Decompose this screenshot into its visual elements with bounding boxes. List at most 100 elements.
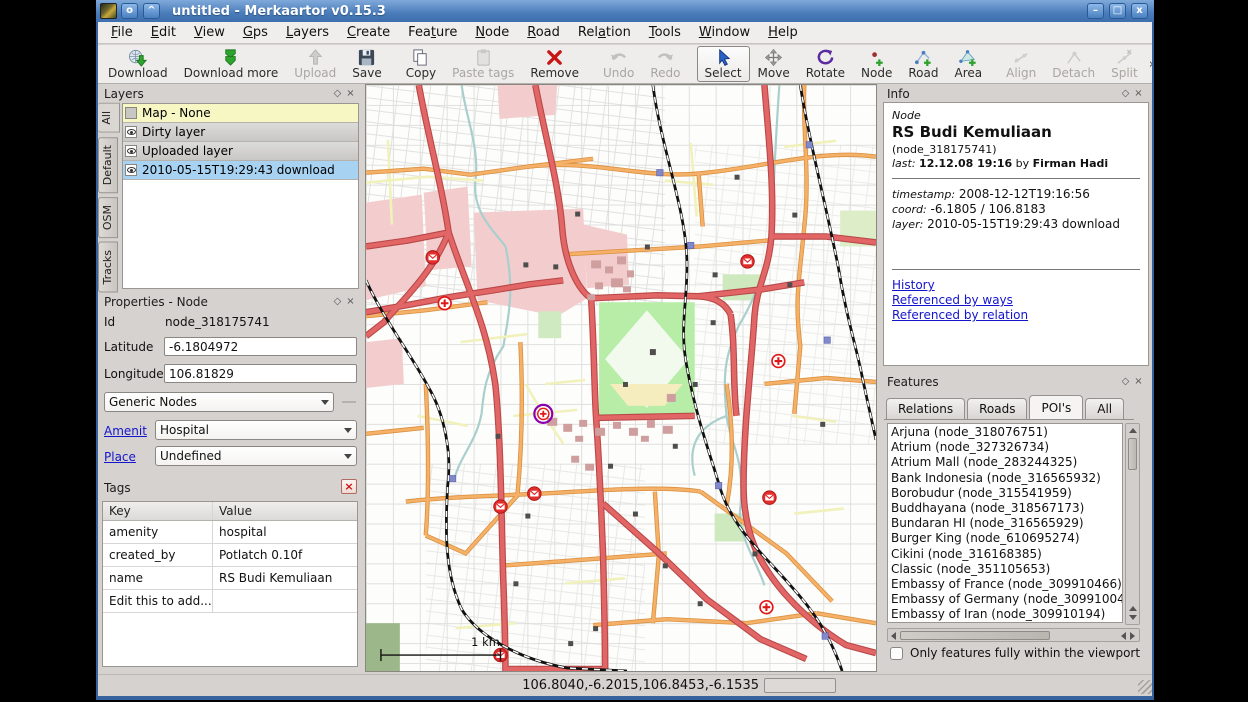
info-float-icon[interactable]: ◇ xyxy=(1119,88,1132,101)
tags-close-button[interactable]: × xyxy=(341,479,357,494)
tag-value[interactable]: hospital xyxy=(213,521,357,543)
resize-grip[interactable] xyxy=(1138,680,1152,694)
feature-list-item[interactable]: Embassy of Germany (node_30991004) xyxy=(891,592,1119,607)
paste-tags-icon xyxy=(473,48,494,67)
menu-gps[interactable]: Gps xyxy=(234,23,277,42)
copy-button[interactable]: Copy xyxy=(398,46,444,82)
maximize-button[interactable]: □ xyxy=(1109,3,1126,19)
save-button[interactable]: Save xyxy=(344,46,389,82)
move-button[interactable]: Move xyxy=(750,46,798,82)
place-select[interactable]: Undefined xyxy=(155,446,357,466)
layers-tab-default[interactable]: Default xyxy=(98,137,118,193)
referenced-by-ways-link[interactable]: Referenced by ways xyxy=(892,293,1140,307)
feature-list-item[interactable]: Bank Indonesia (node_316565932) xyxy=(891,471,1119,486)
menu-layers[interactable]: Layers xyxy=(277,23,338,42)
tag-row[interactable]: Edit this to add... xyxy=(103,590,357,613)
feature-list-item[interactable]: Classic (node_351105653) xyxy=(891,562,1119,577)
layer-row[interactable]: Dirty layer xyxy=(123,123,358,142)
menu-file[interactable]: File xyxy=(102,23,142,42)
area-button[interactable]: Area xyxy=(946,46,990,82)
tag-row[interactable]: nameRS Budi Kemuliaan xyxy=(103,567,357,590)
feature-list-item[interactable]: Embassy of Iran (node_309910194) xyxy=(891,607,1119,622)
titlebar-menu-button-1[interactable]: ^ xyxy=(143,3,160,19)
menu-create[interactable]: Create xyxy=(338,23,399,42)
properties-close-icon[interactable]: × xyxy=(344,296,357,309)
menu-edit[interactable]: Edit xyxy=(142,23,185,42)
properties-float-icon[interactable]: ◇ xyxy=(331,296,344,309)
features-vscrollbar[interactable] xyxy=(1125,423,1140,625)
rotate-button[interactable]: Rotate xyxy=(798,46,853,82)
feature-list-item[interactable]: Buddhayana (node_318567173) xyxy=(891,501,1119,516)
menu-feature[interactable]: Feature xyxy=(399,23,466,42)
features-tab-all[interactable]: All xyxy=(1085,398,1124,419)
features-hscrollbar[interactable] xyxy=(887,628,1140,642)
close-button[interactable]: x xyxy=(1131,3,1148,19)
feature-list-item[interactable]: Arjuna (node_318076751) xyxy=(891,425,1119,440)
features-tab-relations[interactable]: Relations xyxy=(886,398,965,419)
info-close-icon[interactable]: × xyxy=(1132,88,1145,101)
tag-row[interactable]: created_byPotlatch 0.10f xyxy=(103,544,357,567)
layer-row[interactable]: Uploaded layer xyxy=(123,142,358,161)
feature-list-item[interactable]: Embassy of France (node_309910466) xyxy=(891,577,1119,592)
feature-list-item[interactable]: Burger King (node_610695274) xyxy=(891,531,1119,546)
menu-tools[interactable]: Tools xyxy=(640,23,690,42)
features-close-icon[interactable]: × xyxy=(1132,376,1145,389)
layer-visibility-eye-icon[interactable] xyxy=(125,126,137,138)
layer-visibility-eye-icon[interactable] xyxy=(125,145,137,157)
tag-key[interactable]: name xyxy=(103,567,213,589)
tag-value[interactable]: Potlatch 0.10f xyxy=(213,544,357,566)
features-tab-pois[interactable]: POI's xyxy=(1029,395,1083,420)
amenity-link[interactable]: Amenit xyxy=(104,424,147,438)
tags-col-key[interactable]: Key xyxy=(103,502,213,520)
menu-road[interactable]: Road xyxy=(518,23,569,42)
menu-help[interactable]: Help xyxy=(759,23,807,42)
titlebar-menu-button-0[interactable]: o xyxy=(121,3,138,19)
download-button[interactable]: Download xyxy=(100,46,176,82)
referenced-by-relation-link[interactable]: Referenced by relation xyxy=(892,308,1140,322)
menu-window[interactable]: Window xyxy=(690,23,759,42)
feature-list-item[interactable]: Atrium (node_327326734) xyxy=(891,440,1119,455)
amenity-select[interactable]: Hospital xyxy=(155,420,357,440)
tag-row[interactable]: amenityhospital xyxy=(103,521,357,544)
minimize-button[interactable]: – xyxy=(1087,3,1104,19)
layers-tab-osm[interactable]: OSM xyxy=(98,197,118,238)
node-type-select[interactable]: Generic Nodes xyxy=(104,392,334,412)
select-button[interactable]: Select xyxy=(697,46,750,82)
layer-row[interactable]: 2010-05-15T19:29:43 download xyxy=(123,161,358,180)
tag-key[interactable]: created_by xyxy=(103,544,213,566)
viewport-filter-checkbox[interactable]: Only features fully within the viewport xyxy=(890,646,1140,660)
features-tab-roads[interactable]: Roads xyxy=(967,398,1027,419)
tag-key[interactable]: amenity xyxy=(103,521,213,543)
tag-value[interactable] xyxy=(213,590,357,612)
features-float-icon[interactable]: ◇ xyxy=(1119,376,1132,389)
layer-visibility-eye-icon[interactable] xyxy=(125,164,137,176)
checkbox-box[interactable] xyxy=(890,647,903,660)
tags-col-value[interactable]: Value xyxy=(213,502,357,520)
menu-relation[interactable]: Relation xyxy=(569,23,640,42)
layer-checkbox[interactable] xyxy=(125,107,137,119)
toolbar-button-label: Node xyxy=(861,66,892,80)
layer-row[interactable]: Map - None xyxy=(123,104,358,123)
node-button[interactable]: Node xyxy=(853,46,900,82)
layers-close-icon[interactable]: × xyxy=(344,88,357,101)
longitude-input[interactable] xyxy=(164,364,357,383)
feature-list-item[interactable]: Bundaran HI (node_316565929) xyxy=(891,516,1119,531)
download-more-button[interactable]: Download more xyxy=(176,46,287,82)
layers-tab-all[interactable]: All xyxy=(98,103,120,133)
remove-button[interactable]: Remove xyxy=(522,46,587,82)
latitude-input[interactable] xyxy=(164,337,357,356)
title-bar[interactable]: o^ untitled - Merkaartor v0.15.3 –□x xyxy=(96,0,1154,22)
layers-float-icon[interactable]: ◇ xyxy=(331,88,344,101)
road-button[interactable]: Road xyxy=(900,46,946,82)
map-canvas[interactable]: 1 km xyxy=(365,84,877,672)
layers-tab-tracks[interactable]: Tracks xyxy=(98,242,118,293)
tag-key[interactable]: Edit this to add... xyxy=(103,590,213,612)
tag-value[interactable]: RS Budi Kemuliaan xyxy=(213,567,357,589)
history-link[interactable]: History xyxy=(892,278,1140,292)
feature-list-item[interactable]: Cikini (node_316168385) xyxy=(891,547,1119,562)
place-link[interactable]: Place xyxy=(104,450,136,464)
feature-list-item[interactable]: Atrium Mall (node_283244325) xyxy=(891,455,1119,470)
menu-node[interactable]: Node xyxy=(466,23,518,42)
feature-list-item[interactable]: Borobudur (node_315541959) xyxy=(891,486,1119,501)
menu-view[interactable]: View xyxy=(185,23,234,42)
